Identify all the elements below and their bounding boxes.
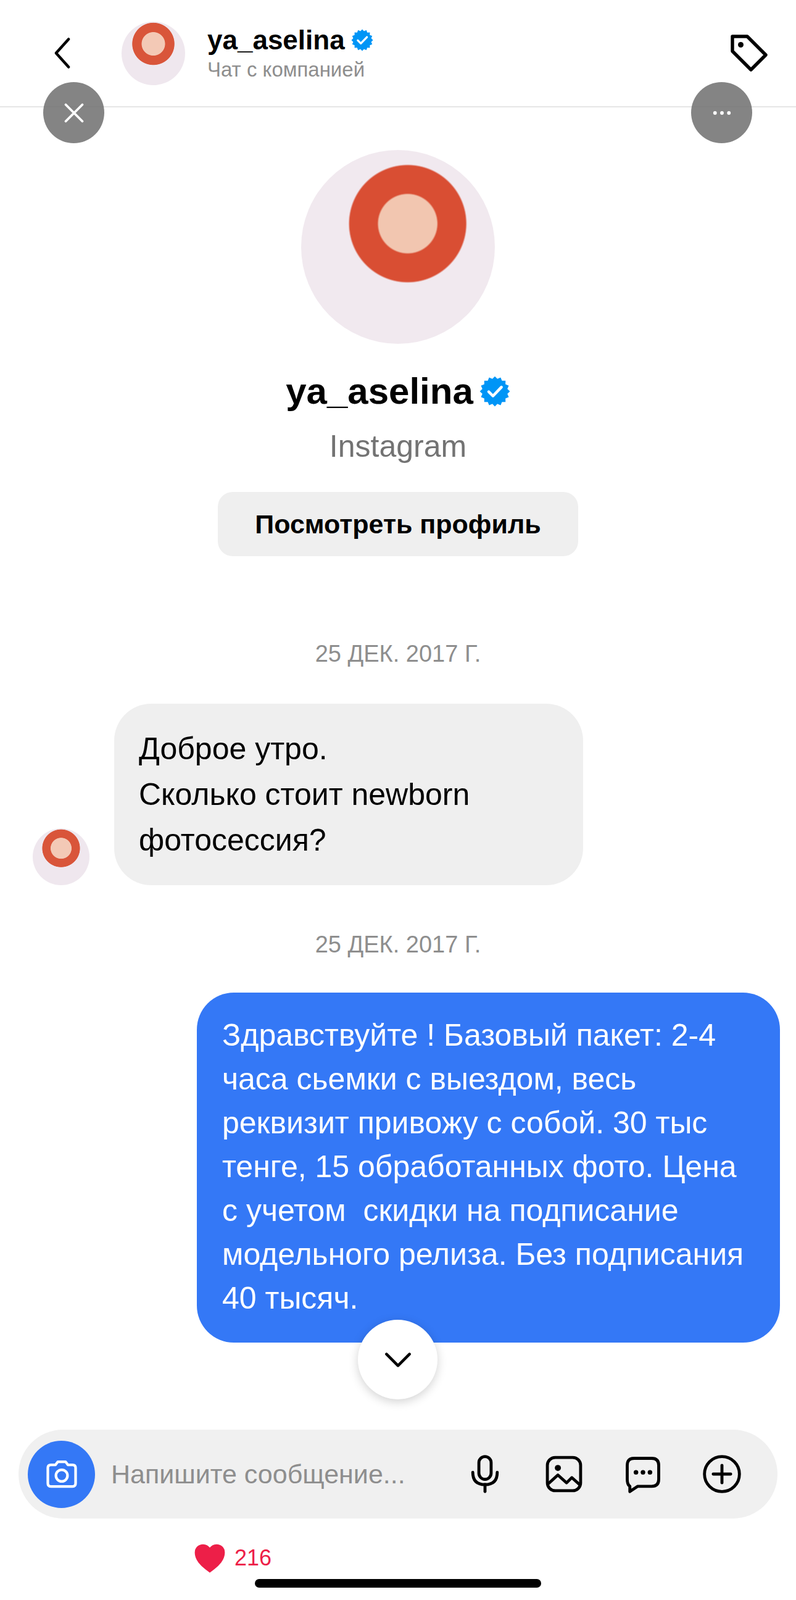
more-dots-icon <box>705 96 739 130</box>
back-arrow-icon <box>51 36 73 70</box>
profile-platform: Instagram <box>329 427 467 465</box>
message-row: Доброе утро. Сколько стоит newborn фотос… <box>0 703 796 885</box>
date-separator: 25 ДЕК. 2017 Г. <box>0 929 796 959</box>
sender-avatar[interactable] <box>32 828 90 885</box>
message-input[interactable]: Напишите сообщение... <box>111 1458 465 1489</box>
camera-button[interactable] <box>27 1440 96 1508</box>
header-title[interactable]: ya_aselinaЧат с компанией <box>207 23 727 83</box>
microphone-icon[interactable] <box>464 1452 506 1495</box>
close-button[interactable] <box>43 82 105 144</box>
sticker-icon[interactable] <box>621 1452 664 1495</box>
dm-screen: ya_aselinaЧат с компаниейya_aselinaInsta… <box>0 0 796 1600</box>
header-avatar[interactable] <box>121 21 186 86</box>
view-profile-button[interactable]: Посмотреть профиль <box>217 491 578 556</box>
heart-icon <box>193 1542 226 1573</box>
bottom-area: 216 <box>0 1517 796 1600</box>
verified-badge-icon <box>479 375 511 407</box>
back-button[interactable] <box>51 36 77 70</box>
gallery-icon[interactable] <box>543 1452 585 1495</box>
scroll-down-button[interactable] <box>357 1319 438 1399</box>
close-icon <box>57 96 91 130</box>
header-username: ya_aselina <box>207 23 345 57</box>
profile-username: ya_aselina <box>285 368 474 414</box>
chevron-down-icon <box>380 1342 416 1377</box>
like-count: 216 <box>234 1543 272 1572</box>
message-row: Здравствуйте ! Базовый пакет: 2-4 часа с… <box>0 992 796 1343</box>
incoming-message[interactable]: Доброе утро. Сколько стоит newborn фотос… <box>114 703 584 885</box>
profile-card: ya_aselina Instagram Посмотреть профиль <box>0 107 796 556</box>
verified-badge-icon <box>351 29 374 52</box>
message-composer: Напишите сообщение... <box>18 1429 778 1518</box>
tag-icon <box>726 30 772 76</box>
composer-tools <box>464 1452 743 1495</box>
more-button[interactable] <box>691 82 753 144</box>
like-counter[interactable]: 216 <box>0 1517 796 1573</box>
profile-avatar[interactable] <box>301 149 495 344</box>
date-separator: 25 ДЕК. 2017 Г. <box>0 638 796 669</box>
camera-icon <box>43 1455 81 1493</box>
outgoing-message[interactable]: Здравствуйте ! Базовый пакет: 2-4 часа с… <box>196 992 780 1343</box>
message-thread: ya_aselina Instagram Посмотреть профиль 25 … <box>0 107 796 1430</box>
home-indicator <box>254 1578 542 1588</box>
plus-icon[interactable] <box>700 1452 743 1495</box>
header-subtitle: Чат с компанией <box>207 56 727 83</box>
chat-header: ya_aselinaЧат с компанией <box>0 0 796 108</box>
tag-button[interactable] <box>726 30 772 76</box>
